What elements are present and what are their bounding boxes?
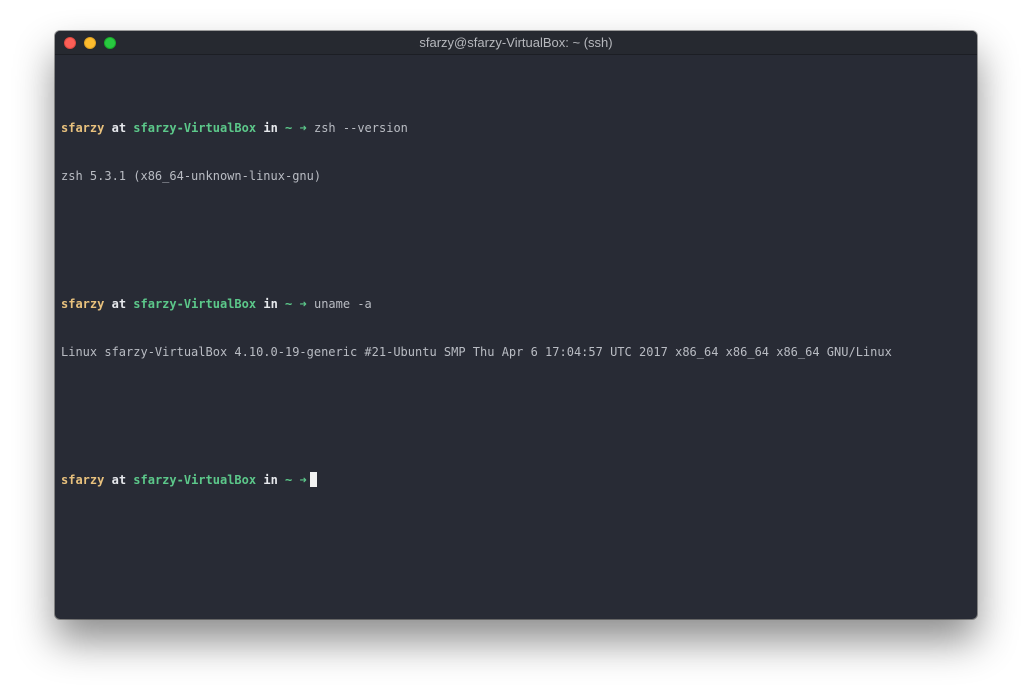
command-output: zsh 5.3.1 (x86_64-unknown-linux-gnu) (61, 169, 322, 183)
prompt-dir: ~ (285, 297, 293, 311)
prompt-host: sfarzy-VirtualBox (133, 121, 257, 135)
prompt-user: sfarzy (61, 297, 105, 311)
prompt-line: sfarzy at sfarzy-VirtualBox in ~ ➜ uname… (61, 296, 971, 312)
prompt-user: sfarzy (61, 121, 105, 135)
prompt-user: sfarzy (61, 473, 105, 487)
current-prompt-line[interactable]: sfarzy at sfarzy-VirtualBox in ~ ➜ (61, 472, 971, 488)
command-text: uname -a (313, 297, 372, 311)
prompt-arrow-icon: ➜ (299, 121, 307, 135)
prompt-at: at (111, 473, 127, 487)
prompt-at: at (111, 121, 127, 135)
prompt-dir: ~ (285, 121, 293, 135)
prompt-arrow-icon: ➜ (299, 297, 307, 311)
prompt-at: at (111, 297, 127, 311)
window-title: sfarzy@sfarzy-VirtualBox: ~ (ssh) (419, 35, 613, 50)
prompt-in: in (263, 473, 278, 487)
prompt-arrow-icon: ➜ (299, 473, 307, 487)
prompt-in: in (263, 121, 278, 135)
prompt-host: sfarzy-VirtualBox (133, 473, 257, 487)
prompt-line: sfarzy at sfarzy-VirtualBox in ~ ➜ zsh -… (61, 120, 971, 136)
terminal-window: sfarzy@sfarzy-VirtualBox: ~ (ssh) sfarzy… (55, 31, 977, 619)
title-bar[interactable]: sfarzy@sfarzy-VirtualBox: ~ (ssh) (55, 31, 977, 55)
prompt-dir: ~ (285, 473, 293, 487)
prompt-host: sfarzy-VirtualBox (133, 297, 257, 311)
command-output: Linux sfarzy-VirtualBox 4.10.0-19-generi… (61, 345, 892, 359)
command-text: zsh --version (313, 121, 408, 135)
terminal-content[interactable]: sfarzy at sfarzy-VirtualBox in ~ ➜ zsh -… (61, 72, 971, 520)
cursor-block (309, 472, 317, 487)
prompt-in: in (263, 297, 278, 311)
